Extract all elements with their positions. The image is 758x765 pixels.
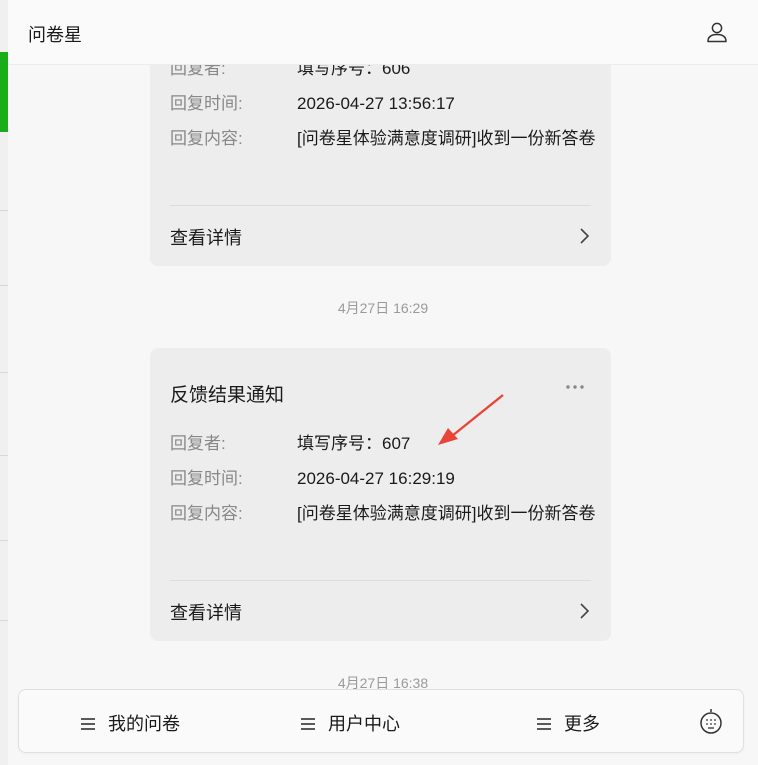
app-header: 问卷星 — [8, 0, 758, 65]
menu-icon — [537, 718, 551, 730]
reply-content-value: [问卷星体验满意度调研]收到一份新答卷 — [297, 504, 596, 523]
more-options-icon[interactable] — [565, 384, 585, 390]
chevron-right-icon[interactable] — [577, 227, 591, 245]
card-title: 反馈结果通知 — [170, 385, 285, 406]
bottom-menu-bar: 我的问卷 用户中心 更多 — [18, 689, 744, 753]
reply-time-value: 2026-04-27 16:29:19 — [297, 469, 455, 488]
background-divider — [0, 620, 8, 621]
keyboard-icon[interactable] — [699, 708, 723, 734]
background-divider — [0, 372, 8, 373]
chevron-right-icon[interactable] — [577, 602, 591, 620]
nav-label: 更多 — [564, 714, 600, 734]
nav-user-center[interactable]: 用户中心 — [300, 710, 400, 734]
replier-label: 回复者: — [170, 434, 226, 453]
background-divider — [0, 285, 8, 286]
card-divider — [170, 580, 591, 581]
notification-card: 反馈结果通知 回复者: 填写序号：607 回复时间: 2026-04-27 16… — [150, 348, 611, 641]
background-divider — [0, 540, 8, 541]
message-feed[interactable]: 回复者: 填写序号：606 回复时间: 2026-04-27 13:56:17 … — [8, 0, 758, 765]
reply-content-label: 回复内容: — [170, 504, 243, 523]
nav-my-surveys[interactable]: 我的问卷 — [80, 710, 180, 734]
nav-more[interactable]: 更多 — [536, 710, 600, 734]
background-green-tab — [0, 52, 8, 132]
menu-icon — [301, 718, 315, 730]
menu-icon — [81, 718, 95, 730]
background-divider — [0, 210, 8, 211]
view-details-link[interactable]: 查看详情 — [170, 224, 242, 250]
reply-time-label: 回复时间: — [170, 94, 243, 113]
card-divider — [170, 205, 591, 206]
chat-window: 回复者: 填写序号：606 回复时间: 2026-04-27 13:56:17 … — [8, 0, 758, 765]
view-details-link[interactable]: 查看详情 — [170, 599, 242, 625]
nav-label: 用户中心 — [328, 714, 400, 734]
message-timestamp: 4月27日 16:29 — [337, 300, 429, 316]
background-divider — [0, 455, 8, 456]
reply-content-label: 回复内容: — [170, 129, 243, 148]
app-title: 问卷星 — [28, 25, 82, 45]
reply-time-label: 回复时间: — [170, 469, 243, 488]
nav-label: 我的问卷 — [108, 714, 180, 734]
reply-content-value: [问卷星体验满意度调研]收到一份新答卷 — [297, 129, 596, 148]
reply-time-value: 2026-04-27 13:56:17 — [297, 94, 455, 113]
annotation-arrow-icon — [438, 394, 504, 445]
user-profile-icon[interactable] — [706, 21, 728, 43]
